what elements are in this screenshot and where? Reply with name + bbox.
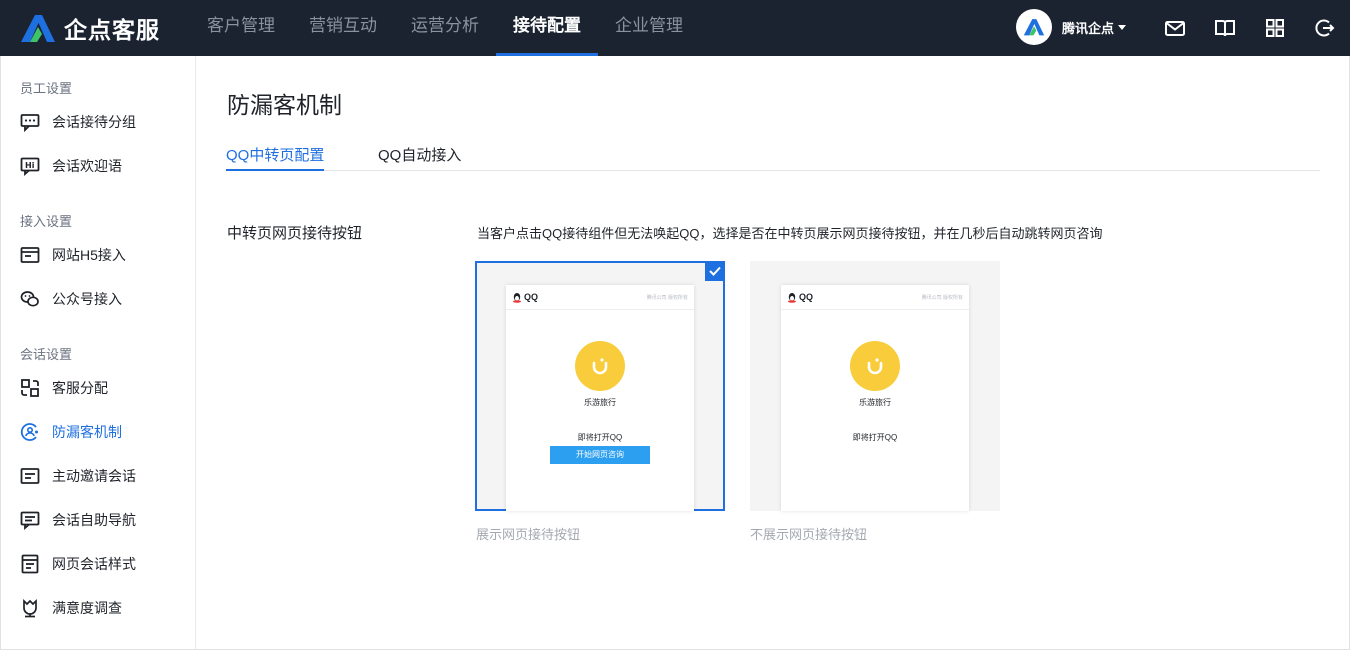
check-icon xyxy=(705,261,725,281)
preview-phone: QQ 腾讯公司 版权所有 乐游旅行 即将打开QQ 开始网页咨询 xyxy=(506,285,694,511)
app-name: 企点客服 xyxy=(64,17,160,43)
qq-penguin-icon xyxy=(788,292,796,303)
sidebar-item-h5[interactable]: 网站H5接入 xyxy=(20,243,126,267)
preview-phone: QQ 腾讯公司 版权所有 乐游旅行 即将打开QQ xyxy=(781,285,969,511)
sidebar-item-label: 网站H5接入 xyxy=(52,247,126,263)
sidebar-item-welcome[interactable]: Hi 会话欢迎语 xyxy=(20,154,122,178)
sidebar-item-label: 会话欢迎语 xyxy=(52,158,122,174)
brand-logo xyxy=(850,341,900,391)
tab-qq-auto-access[interactable]: QQ自动接入 xyxy=(378,144,461,171)
main-nav: 客户管理 营销互动 运营分析 接待配置 企业管理 xyxy=(190,0,700,56)
nav-marketing[interactable]: 营销互动 xyxy=(292,0,394,56)
chat-group-icon xyxy=(20,114,40,132)
start-web-consult-button: 开始网页咨询 xyxy=(550,446,650,464)
setting-description: 当客户点击QQ接待组件但无法唤起QQ，选择是否在中转页展示网页接待按钮，并在几秒… xyxy=(477,226,1103,241)
option-caption: 不展示网页接待按钮 xyxy=(750,527,868,542)
user-menu[interactable]: 腾讯企点 xyxy=(1016,9,1127,45)
company-logo-icon xyxy=(1023,19,1045,36)
sidebar-item-label: 主动邀请会话 xyxy=(52,468,136,484)
logout-icon[interactable] xyxy=(1314,17,1336,39)
hi-greeting-icon: Hi xyxy=(20,157,40,176)
book-icon[interactable] xyxy=(1214,17,1236,39)
qq-penguin-icon xyxy=(513,292,521,303)
self-nav-icon xyxy=(20,511,40,530)
opening-qq-text: 即将打开QQ xyxy=(852,433,898,442)
sidebar-item-label: 公众号接入 xyxy=(52,291,122,307)
brand-name: 乐游旅行 xyxy=(859,398,891,407)
qq-logo-text: QQ xyxy=(799,292,814,302)
wechat-icon xyxy=(20,291,39,307)
sidebar-group-title: 员工设置 xyxy=(20,81,73,96)
web-style-icon xyxy=(21,554,39,574)
preview-header: QQ 腾讯公司 版权所有 xyxy=(781,285,969,310)
option-caption: 展示网页接待按钮 xyxy=(476,527,581,542)
brand-name: 乐游旅行 xyxy=(584,398,616,407)
sidebar-item-anti-leak[interactable]: 防漏客机制 xyxy=(20,420,122,444)
sidebar-item-label: 满意度调查 xyxy=(52,600,122,616)
user-name: 腾讯企点 xyxy=(1062,20,1115,36)
sidebar-item-label: 防漏客机制 xyxy=(52,424,122,440)
sidebar-group-title: 会话设置 xyxy=(20,347,73,362)
preview-header: QQ 腾讯公司 版权所有 xyxy=(506,285,694,310)
preview-header-right: 腾讯公司 版权所有 xyxy=(646,294,688,301)
brand-smile-icon xyxy=(592,358,608,375)
brand-smile-icon xyxy=(867,358,883,375)
web-window-icon xyxy=(20,247,40,263)
distribute-icon xyxy=(21,379,39,397)
avatar xyxy=(1016,9,1052,45)
invite-icon xyxy=(20,468,40,484)
option-hide-web-button[interactable]: QQ 腾讯公司 版权所有 乐游旅行 即将打开QQ xyxy=(750,261,1000,511)
sidebar-item-label: 会话接待分组 xyxy=(52,114,136,130)
survey-icon xyxy=(23,598,37,618)
anti-leak-icon xyxy=(20,423,38,441)
qq-logo-text: QQ xyxy=(524,292,539,302)
option-show-web-button[interactable]: QQ 腾讯公司 版权所有 乐游旅行 即将打开QQ 开始网页咨询 xyxy=(475,261,725,511)
svg-text:Hi: Hi xyxy=(25,161,35,170)
mail-icon[interactable] xyxy=(1164,17,1186,39)
app-logo[interactable]: 企点客服 xyxy=(18,10,160,46)
preview-header-right: 腾讯公司 版权所有 xyxy=(921,294,963,301)
sidebar-group-title: 接入设置 xyxy=(20,214,73,229)
sidebar-item-wechat[interactable]: 公众号接入 xyxy=(20,287,122,311)
brand-logo xyxy=(575,341,625,391)
sidebar-item-label: 客服分配 xyxy=(52,380,108,396)
sidebar-item-chat-group[interactable]: 会话接待分组 xyxy=(20,110,136,134)
sidebar-item-web-style[interactable]: 网页会话样式 xyxy=(20,552,136,576)
nav-enterprise-mgmt[interactable]: 企业管理 xyxy=(598,0,700,56)
nav-reception-config[interactable]: 接待配置 xyxy=(496,0,598,56)
sidebar-item-invite[interactable]: 主动邀请会话 xyxy=(20,464,136,488)
nav-customer-mgmt[interactable]: 客户管理 xyxy=(190,0,292,56)
sidebar: 员工设置 会话接待分组 Hi 会话欢迎语 接入设置 网站H5接入 公众号接入 会… xyxy=(1,56,196,649)
sidebar-item-label: 网页会话样式 xyxy=(52,556,136,572)
nav-analytics[interactable]: 运营分析 xyxy=(394,0,496,56)
setting-label: 中转页网页接待按钮 xyxy=(227,225,363,242)
tab-qq-transfer-page[interactable]: QQ中转页配置 xyxy=(226,144,325,171)
sidebar-item-survey[interactable]: 满意度调查 xyxy=(20,596,122,620)
sidebar-item-distribute[interactable]: 客服分配 xyxy=(20,376,108,400)
grid-apps-icon[interactable] xyxy=(1264,17,1286,39)
sidebar-item-label: 会话自助导航 xyxy=(52,512,136,528)
tab-bar: QQ中转页配置 QQ自动接入 xyxy=(226,140,1320,171)
main-content: 防漏客机制 QQ中转页配置 QQ自动接入 中转页网页接待按钮 当客户点击QQ接待… xyxy=(196,56,1349,649)
sidebar-item-self-nav[interactable]: 会话自助导航 xyxy=(20,508,136,532)
page-title: 防漏客机制 xyxy=(227,92,342,118)
top-navbar: 企点客服 客户管理 营销互动 运营分析 接待配置 企业管理 腾讯企点 xyxy=(0,0,1350,56)
chevron-down-icon xyxy=(1118,24,1127,30)
qidian-logo-icon xyxy=(21,15,55,42)
opening-qq-text: 即将打开QQ xyxy=(577,433,623,442)
